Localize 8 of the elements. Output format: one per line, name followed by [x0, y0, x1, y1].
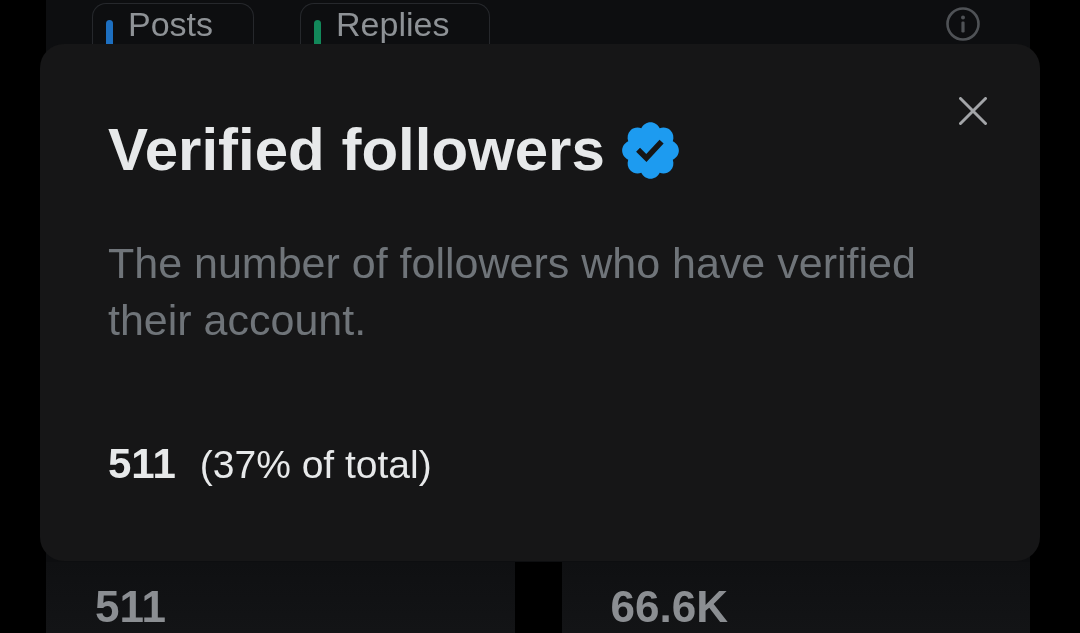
info-icon[interactable]: [946, 7, 980, 41]
stat-value: 511: [95, 584, 167, 630]
dialog-description: The number of followers who have verified their account.: [108, 238, 917, 346]
stat-value: 66.6K: [610, 584, 729, 630]
dialog-title: Verified followers: [108, 115, 605, 185]
close-icon: [959, 97, 987, 125]
share-of-total: (37% of total): [199, 442, 432, 488]
follower-count: 511: [108, 439, 176, 489]
